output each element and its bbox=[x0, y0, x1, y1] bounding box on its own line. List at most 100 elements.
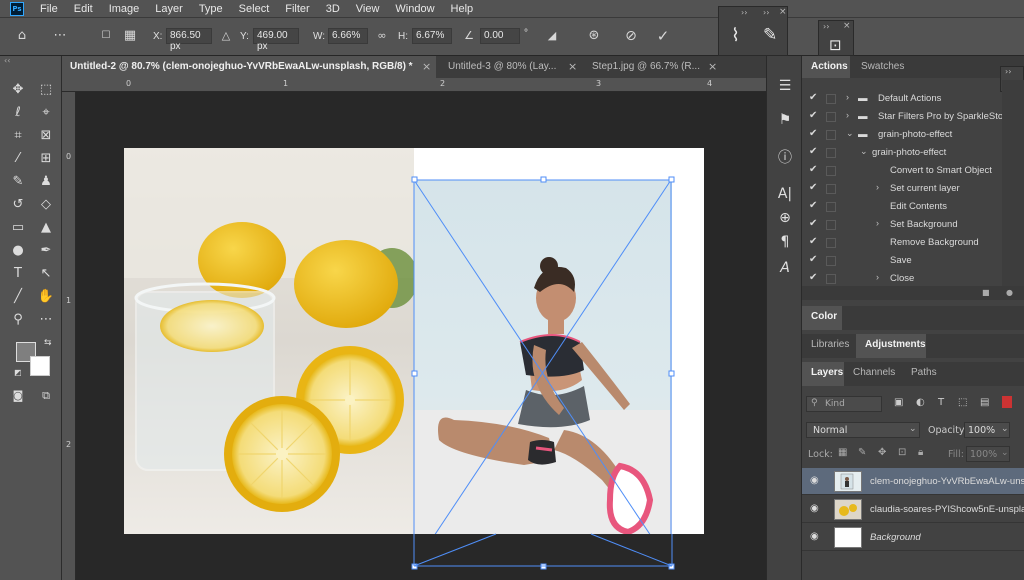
brush-icon[interactable]: ✎ bbox=[763, 25, 777, 45]
action-row[interactable]: ✔ › Close bbox=[802, 270, 1002, 286]
dialog-toggle[interactable] bbox=[826, 130, 836, 140]
layer-comps-icon[interactable]: ⚑ bbox=[775, 110, 795, 130]
link-icon[interactable]: ∞ bbox=[374, 28, 390, 44]
blend-mode-select[interactable]: Normal ⌄ bbox=[806, 422, 920, 438]
dialog-toggle[interactable] bbox=[826, 274, 836, 284]
zoom-tool-icon[interactable]: ⚲ bbox=[8, 310, 28, 330]
dialog-toggle[interactable] bbox=[826, 184, 836, 194]
crop-tool-icon[interactable]: ⌗ bbox=[8, 126, 28, 146]
menu-filter[interactable]: Filter bbox=[285, 3, 309, 15]
action-row[interactable]: ✔ Remove Background bbox=[802, 234, 1002, 252]
menu-window[interactable]: Window bbox=[395, 3, 434, 15]
expand-arrow-icon[interactable]: › bbox=[876, 272, 879, 282]
collapse-icon[interactable]: ›› bbox=[823, 22, 829, 31]
action-row[interactable]: ✔ › Set current layer bbox=[802, 180, 1002, 198]
opacity-field[interactable]: 100% ⌄ bbox=[964, 422, 1010, 438]
default-colors-icon[interactable]: ◩ bbox=[14, 368, 22, 377]
character-icon[interactable]: A| bbox=[775, 184, 795, 204]
action-row[interactable]: ✔ Edit Contents bbox=[802, 198, 1002, 216]
menu-layer[interactable]: Layer bbox=[155, 3, 183, 15]
tab-untitled-3[interactable]: Untitled-3 @ 80% (Lay... bbox=[440, 56, 564, 78]
tab-color[interactable]: Color bbox=[802, 306, 842, 330]
reference-point-icon[interactable]: ⋯ bbox=[52, 28, 68, 44]
close-icon[interactable]: × bbox=[843, 21, 851, 31]
dialog-toggle[interactable] bbox=[826, 202, 836, 212]
dialog-toggle[interactable] bbox=[826, 220, 836, 230]
dialog-toggle[interactable] bbox=[826, 256, 836, 266]
tab-libraries[interactable]: Libraries bbox=[802, 334, 856, 358]
lasso-tool-icon[interactable]: ℓ bbox=[8, 103, 28, 123]
marquee-tool-icon[interactable]: ⬚ bbox=[36, 80, 56, 100]
eye-icon[interactable]: ◉ bbox=[810, 475, 819, 486]
reference-checkbox-icon[interactable]: ☐ bbox=[98, 28, 114, 44]
check-icon[interactable]: ✔ bbox=[809, 254, 817, 265]
menu-type[interactable]: Type bbox=[199, 3, 223, 15]
warp-mode-icon[interactable]: ⊛ bbox=[586, 28, 602, 44]
lock-artboard-icon[interactable]: ⊡ bbox=[898, 447, 906, 458]
patch-tool-icon[interactable]: ⊞ bbox=[36, 149, 56, 169]
action-row[interactable]: ✔ › Set Background bbox=[802, 216, 1002, 234]
tab-channels[interactable]: Channels bbox=[844, 362, 902, 386]
dodge-tool-icon[interactable]: ● bbox=[8, 241, 28, 261]
menu-image[interactable]: Image bbox=[109, 3, 140, 15]
angle-field[interactable]: 0.00 bbox=[480, 28, 520, 44]
action-row[interactable]: ✔ › ▬ Star Filters Pro by SparkleStock (… bbox=[802, 108, 1002, 126]
tab-step1[interactable]: Step1.jpg @ 66.7% (R... bbox=[584, 56, 702, 78]
brush-settings-icon[interactable]: ⌇ bbox=[731, 25, 740, 46]
x-field[interactable]: 866.50 px bbox=[166, 28, 212, 52]
record-icon[interactable]: ● bbox=[1006, 288, 1013, 297]
action-row[interactable]: ✔ ⌄ ▬ grain-photo-effect bbox=[802, 126, 1002, 144]
more-tools-icon[interactable]: ⋯ bbox=[36, 310, 56, 330]
filter-pixel-icon[interactable]: ▣ bbox=[894, 397, 903, 408]
check-icon[interactable]: ✔ bbox=[809, 236, 817, 247]
eyedropper-tool-icon[interactable]: ⁄ bbox=[8, 149, 28, 169]
actions-scrollbar[interactable] bbox=[1002, 80, 1024, 286]
check-icon[interactable]: ✔ bbox=[809, 182, 817, 193]
screen-mode-icon[interactable]: ⧉ bbox=[36, 386, 56, 406]
tab-paths[interactable]: Paths bbox=[902, 362, 946, 386]
collapse-icon[interactable]: ›› bbox=[1005, 67, 1011, 76]
properties-icon[interactable]: ⊡ bbox=[829, 36, 842, 54]
menu-help[interactable]: Help bbox=[451, 3, 474, 15]
w-field[interactable]: 6.66% bbox=[328, 28, 368, 44]
pen-tool-icon[interactable]: ✒ bbox=[36, 241, 56, 261]
tab-swatches[interactable]: Swatches bbox=[852, 56, 912, 78]
fill-field[interactable]: 100% ⌄ bbox=[966, 446, 1010, 462]
dialog-toggle[interactable] bbox=[826, 112, 836, 122]
glyphs-icon[interactable]: ⊕ bbox=[775, 208, 795, 228]
path-selection-tool-icon[interactable]: ↖ bbox=[36, 264, 56, 284]
gradient-tool-icon[interactable]: ▭ bbox=[8, 218, 28, 238]
dialog-toggle[interactable] bbox=[826, 238, 836, 248]
action-row[interactable]: ✔ ⌄ grain-photo-effect bbox=[802, 144, 1002, 162]
blur-tool-icon[interactable]: ▲ bbox=[36, 218, 56, 238]
dialog-toggle[interactable] bbox=[826, 148, 836, 158]
check-icon[interactable]: ✔ bbox=[809, 146, 817, 157]
lock-transparent-icon[interactable]: ▦ bbox=[838, 447, 847, 458]
eye-icon[interactable]: ◉ bbox=[810, 531, 819, 542]
quick-selection-tool-icon[interactable]: ⌖ bbox=[36, 103, 56, 123]
check-icon[interactable]: ✔ bbox=[809, 218, 817, 229]
background-color-swatch[interactable] bbox=[30, 356, 50, 376]
stop-icon[interactable]: ■ bbox=[982, 288, 990, 297]
close-icon[interactable]: × bbox=[708, 60, 717, 73]
history-icon[interactable]: ☰ bbox=[775, 76, 795, 96]
close-icon[interactable]: × bbox=[779, 7, 787, 17]
layer-row[interactable]: ◉ Background bbox=[802, 524, 1024, 551]
layer-row[interactable]: ◉ claudia-soares-PYlShcow5nE-unsplash bbox=[802, 496, 1024, 523]
check-icon[interactable]: ✔ bbox=[809, 92, 817, 103]
action-row[interactable]: ✔ Save bbox=[802, 252, 1002, 270]
swap-colors-icon[interactable]: ⇆ bbox=[44, 338, 52, 348]
filter-shape-icon[interactable]: ⬚ bbox=[958, 397, 967, 408]
dialog-toggle[interactable] bbox=[826, 166, 836, 176]
commit-transform-icon[interactable]: ✓ bbox=[655, 28, 671, 44]
info-icon[interactable]: ⓘ bbox=[775, 148, 795, 168]
close-icon[interactable]: × bbox=[422, 60, 431, 73]
move-tool-icon[interactable]: ✥ bbox=[8, 80, 28, 100]
interpolation-icon[interactable]: ◢ bbox=[544, 28, 560, 44]
lock-position-icon[interactable]: ✥ bbox=[878, 447, 886, 458]
frame-tool-icon[interactable]: ⊠ bbox=[36, 126, 56, 146]
filter-toggle-icon[interactable] bbox=[1002, 396, 1012, 408]
collapse-icon[interactable]: ›› bbox=[741, 8, 747, 17]
y-field[interactable]: 469.00 px bbox=[253, 28, 299, 52]
lock-image-icon[interactable]: ✎ bbox=[858, 447, 866, 458]
